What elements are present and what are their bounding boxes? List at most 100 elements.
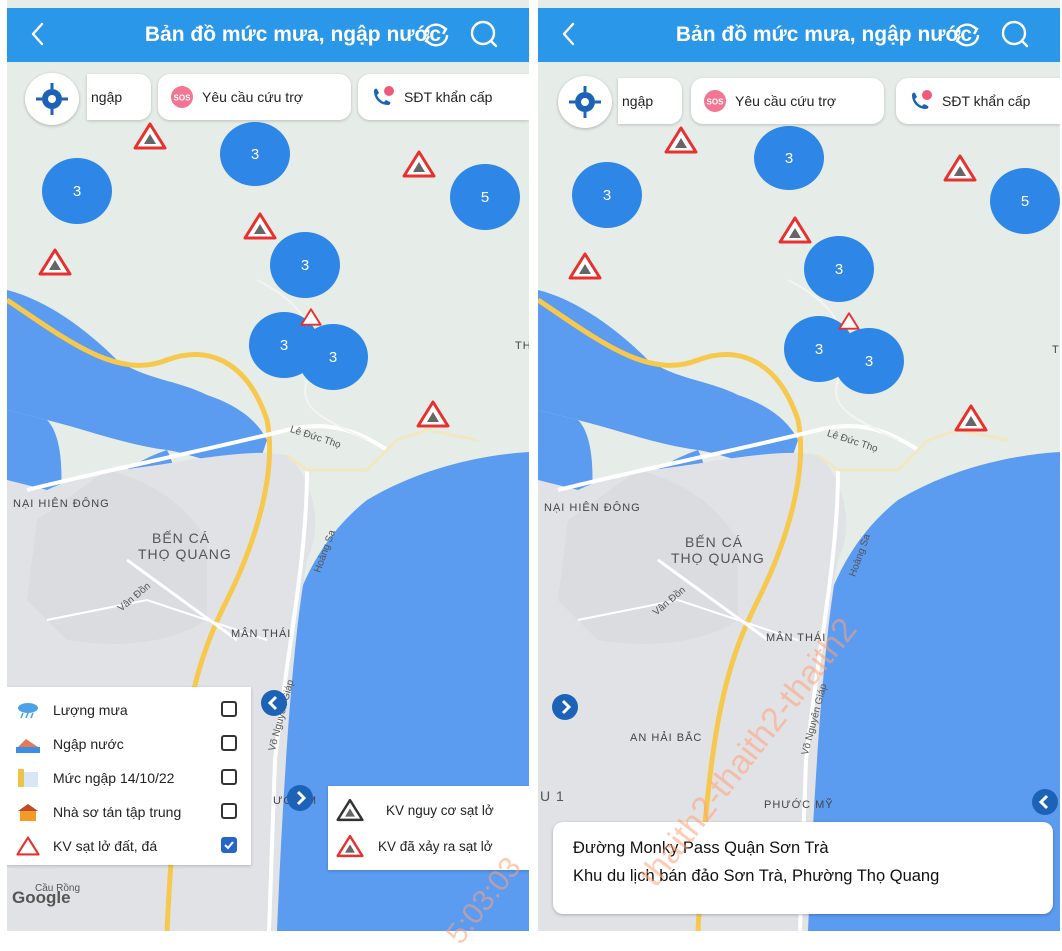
sos-icon: SOS	[170, 85, 194, 109]
landslide-marker-icon[interactable]	[243, 212, 277, 240]
locate-button[interactable]	[25, 73, 79, 125]
layer-label: Nhà sơ tán tập trung	[53, 804, 182, 820]
chip-label: Yêu cầu cứu trợ	[202, 89, 304, 105]
cluster-marker[interactable]: 3	[220, 122, 290, 186]
layer-label: KV sạt lở đất, đá	[53, 838, 158, 854]
refresh-icon[interactable]	[420, 20, 452, 50]
district-label: THỌ QUANG	[138, 546, 232, 562]
location-info-card[interactable]: Đường Monky Pass Quận Sơn Trà Khu du lịc…	[553, 822, 1053, 914]
landslide-marker-icon[interactable]	[416, 400, 450, 428]
district-label: T	[1052, 344, 1060, 356]
phone-icon	[370, 85, 396, 109]
landslide-icon	[15, 836, 41, 856]
landslide-marker-icon[interactable]	[300, 308, 322, 326]
cluster-marker[interactable]: 3	[804, 236, 874, 302]
district-label: THỌ QUANG	[671, 550, 765, 566]
emergency-phone-chip[interactable]: SĐT khẩn cấp	[896, 78, 1060, 124]
layer-label: Ngập nước	[53, 736, 124, 752]
cluster-marker[interactable]: 3	[834, 328, 904, 394]
landslide-marker-icon[interactable]	[664, 126, 698, 154]
rescue-request-chip[interactable]: SOS Yêu cầu cứu trợ	[158, 74, 351, 120]
landslide-marker-icon[interactable]	[943, 154, 977, 182]
district-label: NẠI HIÊN ĐÔNG	[544, 502, 641, 514]
flood-chip[interactable]: ngập	[87, 74, 151, 120]
collapse-panel-button[interactable]	[261, 690, 287, 716]
flood-chip[interactable]: ngập	[618, 78, 682, 124]
chevron-left-icon	[267, 695, 278, 711]
cluster-marker[interactable]: 3	[270, 232, 340, 298]
district-label: TH	[515, 340, 529, 352]
cluster-marker[interactable]: 5	[990, 168, 1060, 234]
flood-level-icon	[15, 768, 41, 788]
landslide-occurred-icon	[336, 834, 364, 858]
district-label: BẾN CÁ	[152, 530, 211, 546]
layer-checkbox[interactable]	[221, 803, 237, 819]
layer-checkbox[interactable]	[221, 735, 237, 751]
top-bar: Bản đồ mức mưa, ngập nước	[7, 8, 529, 62]
landslide-risk-icon	[336, 798, 364, 822]
rain-cloud-icon	[15, 700, 41, 720]
layer-checkbox[interactable]	[221, 701, 237, 717]
chevron-left-icon	[1038, 794, 1049, 810]
district-label: PHƯỚC MỸ	[764, 799, 834, 811]
cluster-marker[interactable]: 3	[572, 162, 642, 228]
layer-rainfall[interactable]: Lượng mưa	[15, 697, 243, 723]
chip-label: SĐT khẩn cấp	[404, 89, 493, 105]
district-label: AN HẢI BẮC	[630, 732, 703, 744]
chevron-right-icon	[296, 790, 307, 806]
chevron-right-icon	[561, 699, 572, 715]
layer-shelter[interactable]: Nhà sơ tán tập trung	[15, 799, 243, 825]
svg-text:SOS: SOS	[707, 98, 725, 107]
cluster-marker[interactable]: 3	[754, 126, 824, 190]
refresh-icon[interactable]	[951, 20, 983, 50]
top-bar: Bản đồ mức mưa, ngập nước	[538, 8, 1060, 62]
expand-panel-button[interactable]	[552, 694, 578, 720]
phone-icon	[908, 89, 934, 113]
locate-icon	[36, 83, 68, 115]
legend-occurred-area: KV đã xảy ra sạt lở	[336, 832, 493, 860]
legend-risk-area: KV nguy cơ sạt lở	[336, 796, 494, 824]
search-icon[interactable]	[1000, 19, 1030, 49]
legend-label: KV nguy cơ sạt lở	[386, 802, 494, 818]
search-icon[interactable]	[469, 19, 499, 49]
screen-2: 3 3 5 3 3 3 Lê Đức Thọ NẠI HIÊN ĐÔNG BẾN…	[538, 0, 1060, 931]
flood-icon	[15, 734, 41, 754]
google-logo: Google	[12, 888, 71, 907]
cluster-marker[interactable]: 3	[298, 324, 368, 390]
chip-label: SĐT khẩn cấp	[942, 93, 1031, 109]
landslide-marker-icon[interactable]	[568, 252, 602, 280]
layer-landslide[interactable]: KV sạt lở đất, đá	[15, 833, 243, 859]
layer-flood-level[interactable]: Mức ngập 14/10/22	[15, 765, 243, 791]
landslide-marker-icon[interactable]	[402, 150, 436, 178]
landslide-marker-icon[interactable]	[838, 312, 860, 330]
district-label: U 1	[540, 788, 565, 804]
collapse-legend-button[interactable]	[1032, 789, 1058, 815]
landslide-marker-icon[interactable]	[778, 216, 812, 244]
layer-flooding[interactable]: Ngập nước	[15, 731, 243, 757]
chip-label: ngập	[91, 89, 123, 105]
layer-label: Mức ngập 14/10/22	[53, 770, 175, 786]
chip-label: ngập	[622, 93, 654, 109]
layer-checkbox-checked[interactable]	[221, 837, 237, 853]
chip-label: Yêu cầu cứu trợ	[735, 93, 837, 109]
rescue-request-chip[interactable]: SOS Yêu cầu cứu trợ	[691, 78, 884, 124]
sos-icon: SOS	[703, 89, 727, 113]
district-label: BẾN CÁ	[685, 534, 744, 550]
emergency-phone-chip[interactable]: SĐT khẩn cấp	[358, 74, 529, 120]
landslide-marker-icon[interactable]	[954, 404, 988, 432]
layer-panel: Lượng mưa Ngập nước Mức ngập 14/10/22 Nh…	[7, 687, 251, 865]
location-address: Khu du lịch bán đảo Sơn Trà, Phường Thọ …	[573, 867, 940, 885]
locate-icon	[569, 86, 601, 118]
svg-text:SOS: SOS	[174, 94, 192, 103]
legend-label: KV đã xảy ra sạt lở	[378, 838, 493, 854]
expand-legend-button[interactable]	[287, 785, 313, 811]
layer-checkbox[interactable]	[221, 769, 237, 785]
district-label: NẠI HIÊN ĐÔNG	[13, 498, 110, 510]
locate-button[interactable]	[558, 76, 612, 128]
landslide-marker-icon[interactable]	[133, 122, 167, 150]
screen-1: 3 3 5 3 3 3 Lê Đức Thọ NẠI HIÊN ĐÔNG BẾN…	[7, 0, 529, 931]
cluster-marker[interactable]: 3	[42, 158, 112, 224]
cluster-marker[interactable]: 5	[450, 164, 520, 230]
landslide-marker-icon[interactable]	[38, 248, 72, 276]
district-label: MÂN THÁI	[231, 628, 292, 640]
